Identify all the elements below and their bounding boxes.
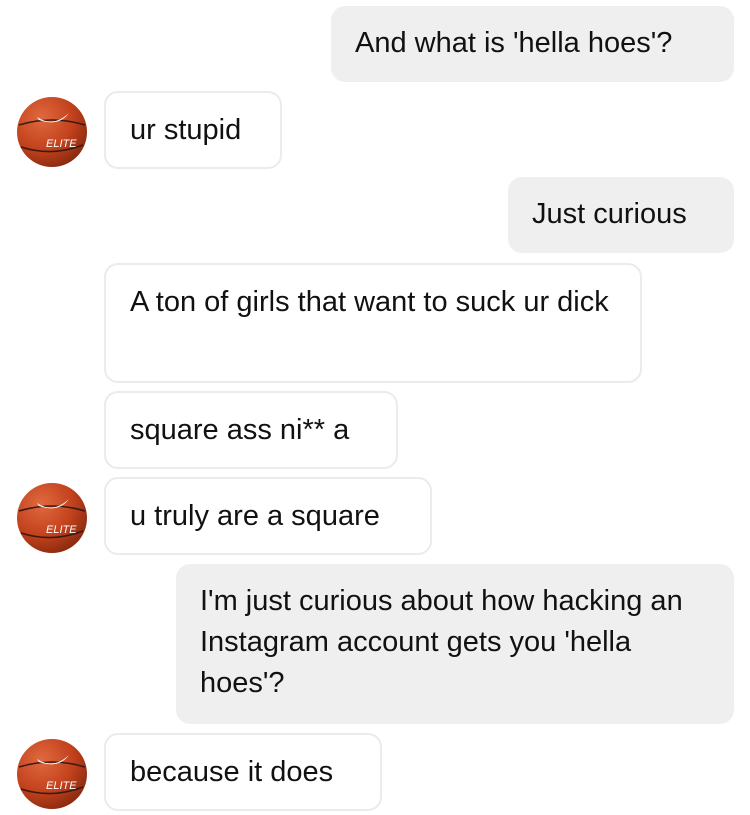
message-bubble-incoming[interactable]: because it does (104, 733, 382, 811)
message-bubble-outgoing[interactable]: I'm just curious about how hacking an In… (176, 564, 734, 724)
avatar-logo-text: ELITE (46, 780, 77, 792)
message-text: ur stupid (130, 114, 242, 146)
basketball-avatar-icon: ELITE (17, 739, 87, 809)
message-text: because it does (130, 756, 334, 788)
avatar-logo-text: ELITE (46, 524, 77, 536)
message-text: And what is 'hella hoes'? (355, 27, 673, 59)
basketball-avatar-icon: ELITE (17, 483, 87, 553)
message-bubble-incoming[interactable]: A ton of girls that want to suck ur dick (104, 263, 642, 383)
avatar[interactable]: ELITE (15, 481, 89, 555)
message-text: I'm just curious about how hacking an In… (200, 585, 683, 699)
message-bubble-incoming[interactable]: u truly are a square (104, 477, 432, 555)
avatar[interactable]: ELITE (15, 737, 89, 811)
message-text: square ass ni** a (130, 414, 350, 446)
message-bubble-outgoing[interactable]: And what is 'hella hoes'? (331, 6, 734, 82)
message-text: u truly are a square (130, 500, 380, 532)
message-text: Just curious (532, 198, 687, 230)
message-bubble-outgoing[interactable]: Just curious (508, 177, 734, 253)
basketball-avatar-icon: ELITE (17, 97, 87, 167)
message-text: A ton of girls that want to suck ur dick (130, 286, 609, 318)
avatar-logo-text: ELITE (46, 138, 77, 150)
message-bubble-incoming[interactable]: square ass ni** a (104, 391, 398, 469)
message-bubble-incoming[interactable]: ur stupid (104, 91, 282, 169)
avatar[interactable]: ELITE (15, 95, 89, 169)
